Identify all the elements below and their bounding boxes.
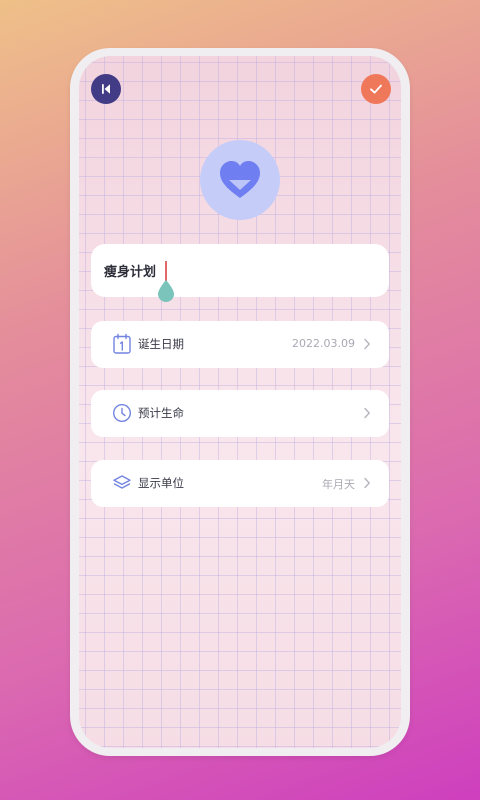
display-unit-value: 年月天 — [322, 478, 355, 491]
heart-icon — [220, 161, 260, 198]
text-caret — [165, 261, 167, 281]
life-expectancy-row[interactable]: 预计生命 — [91, 390, 389, 437]
cursor-handle-icon[interactable] — [157, 279, 175, 303]
chevron-right-icon — [364, 477, 370, 489]
name-input[interactable]: 瘦身计划 — [104, 261, 156, 280]
back-arrow-icon — [102, 84, 110, 94]
layers-icon — [111, 472, 133, 494]
name-input-card[interactable]: 瘦身计划 — [91, 244, 389, 302]
avatar[interactable] — [200, 140, 280, 220]
clock-icon — [111, 402, 133, 424]
birth-date-value: 2022.03.09 — [292, 337, 355, 350]
check-icon — [370, 84, 382, 94]
life-expectancy-label: 预计生命 — [138, 406, 184, 420]
birth-date-label: 诞生日期 — [138, 337, 184, 351]
display-unit-label: 显示单位 — [138, 476, 184, 490]
display-unit-row[interactable]: 显示单位 年月天 — [91, 460, 389, 507]
birth-date-row[interactable]: 诞生日期 2022.03.09 — [91, 321, 389, 368]
calendar-icon — [111, 333, 133, 355]
chevron-right-icon — [364, 338, 370, 350]
back-button[interactable] — [91, 74, 121, 104]
app-screen: 瘦身计划 诞生日期 2022.03.09 预计生命 显示单位 年月天 — [79, 56, 401, 748]
confirm-button[interactable] — [361, 74, 391, 104]
chevron-right-icon — [364, 407, 370, 419]
